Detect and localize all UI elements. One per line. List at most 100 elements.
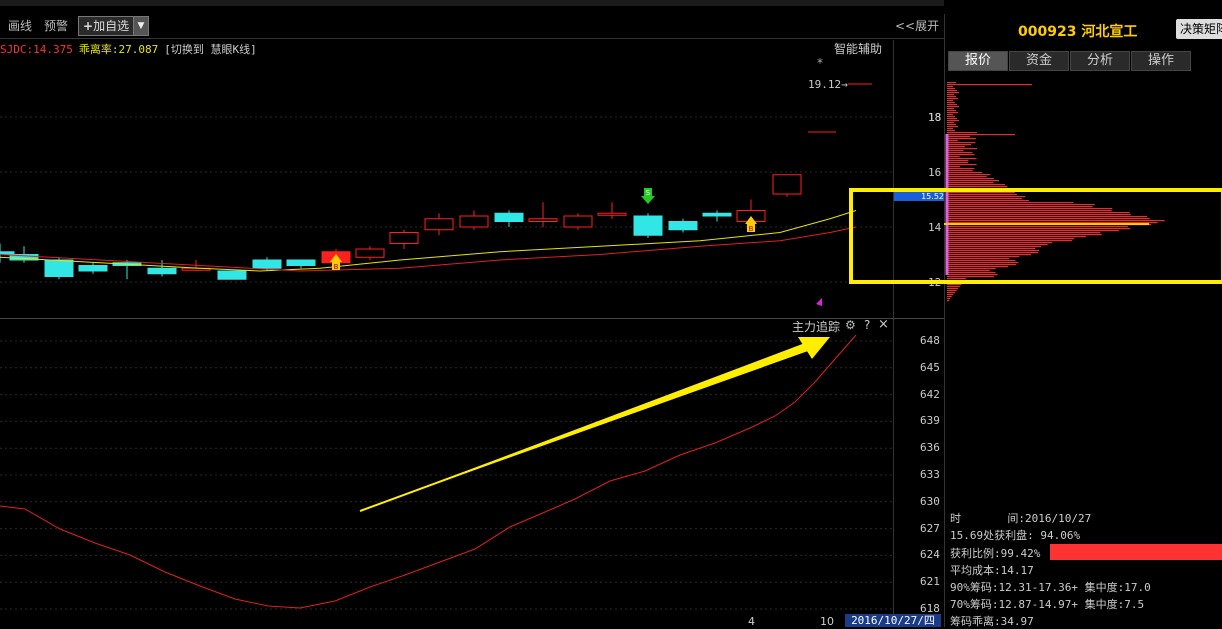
chip-bar [947, 174, 991, 176]
chip-bar [947, 104, 957, 106]
chip-bar [947, 132, 977, 134]
stock-name: 河北宣工 [1081, 24, 1138, 40]
chip-bar [947, 146, 966, 148]
chip-bar [947, 86, 953, 88]
y-tick: 636 [920, 441, 940, 455]
chip-bar [947, 124, 956, 126]
chip-bar [947, 138, 976, 140]
candle [389, 229, 419, 249]
chip-bar [947, 284, 962, 286]
chip-90: 90%筹码:12.31-17.36+ 集中度:17.0 [950, 581, 1151, 594]
candle [112, 260, 142, 280]
chip-bar [947, 112, 958, 114]
y-tick: 18 [928, 111, 942, 124]
chip-bar [947, 96, 956, 98]
chip-bar [947, 128, 953, 130]
tab-analysis[interactable]: 分析 [1070, 51, 1130, 71]
candle [772, 174, 802, 197]
chip-bar [947, 130, 955, 132]
chip-bar [947, 118, 957, 120]
svg-text:B: B [749, 225, 754, 233]
avg-cost: 平均成本:14.17 [950, 564, 1034, 577]
chip-bar [947, 294, 954, 296]
svg-text:B: B [334, 263, 339, 271]
chip-bar [947, 154, 975, 156]
candlestick-chart[interactable]: B B S [0, 40, 893, 318]
chip-bar [947, 298, 951, 300]
chip-bar [947, 120, 959, 122]
chip-bar [947, 92, 959, 94]
main-force-tracking-chart[interactable] [0, 319, 893, 614]
chip-bar [947, 136, 970, 138]
decision-matrix-button[interactable]: 决策矩阵 [1176, 19, 1222, 39]
chip-bar [947, 102, 955, 104]
chip-bar [947, 122, 954, 124]
y-tick: 648 [920, 334, 940, 347]
chip-bar [947, 170, 973, 172]
chip-bar [947, 296, 952, 298]
chart-toolbar: 画线 预警 +加自选 ▼ <<展开 [0, 14, 944, 39]
chip-bar [947, 82, 956, 84]
y-tick: 624 [920, 548, 940, 562]
tab-quote[interactable]: 报价 [948, 51, 1008, 71]
candle [528, 202, 558, 227]
chevron-down-icon[interactable]: ▼ [133, 16, 149, 36]
chip-bar [947, 288, 959, 290]
chip-bar [947, 152, 973, 154]
plus-icon: + [83, 19, 94, 33]
annotation-arrow-body [360, 343, 808, 511]
profit-ratio-bar [1050, 544, 1222, 560]
chip-bar [947, 134, 1015, 136]
y-tick: 633 [920, 468, 940, 481]
tab-operation[interactable]: 操作 [1131, 51, 1191, 71]
candle [459, 210, 489, 230]
y-tick: 627 [920, 521, 940, 535]
chip-bar [947, 180, 1000, 182]
chip-bar [947, 98, 958, 100]
chip-bar [947, 144, 972, 146]
y-tick: 621 [920, 575, 940, 589]
candle [355, 246, 385, 260]
y-tick: 16 [928, 166, 942, 179]
candle [424, 213, 454, 236]
expand-button[interactable]: <<展开 [895, 17, 939, 34]
chip-bar [947, 148, 977, 150]
chip-bar [947, 168, 975, 170]
chip-bar [947, 110, 956, 112]
top-nav-strip [0, 0, 944, 6]
candle [286, 259, 316, 269]
y-tick: 642 [920, 387, 940, 401]
chip-bar [947, 142, 976, 144]
candle [668, 218, 698, 233]
alert-button[interactable]: 预警 [44, 17, 68, 34]
chip-bar [947, 166, 960, 168]
highlight-box [849, 188, 1222, 284]
draw-line-button[interactable]: 画线 [8, 17, 32, 34]
chip-bar [947, 108, 954, 110]
tab-funds[interactable]: 资金 [1009, 51, 1069, 71]
profit-ratio: 获利比例:99.42% [950, 547, 1041, 560]
chip-bar [947, 176, 987, 178]
candle [597, 202, 627, 219]
candle [563, 213, 593, 230]
chip-bar [947, 140, 958, 142]
chip-bar [947, 126, 958, 128]
x-tick: 4 [748, 615, 755, 628]
chip-70: 70%筹码:12.87-14.97+ 集中度:7.5 [950, 598, 1145, 611]
chip-bar [947, 164, 977, 166]
chip-bar [947, 182, 994, 184]
chip-bar [947, 286, 960, 288]
sell-signal-icon: S [641, 188, 655, 204]
axis-divider [893, 40, 894, 627]
chip-bar [947, 292, 955, 294]
candle [9, 246, 39, 263]
chip-bar [947, 158, 977, 160]
chip-bar [947, 160, 969, 162]
chip-bar [947, 172, 983, 174]
candle [633, 213, 663, 238]
add-watchlist-button[interactable]: +加自选 [78, 16, 135, 36]
current-date-label: 2016/10/27/四 [845, 614, 941, 627]
y-tick: 639 [920, 414, 940, 428]
y-tick: 630 [920, 494, 940, 508]
stock-code: 000923 [1018, 24, 1077, 40]
